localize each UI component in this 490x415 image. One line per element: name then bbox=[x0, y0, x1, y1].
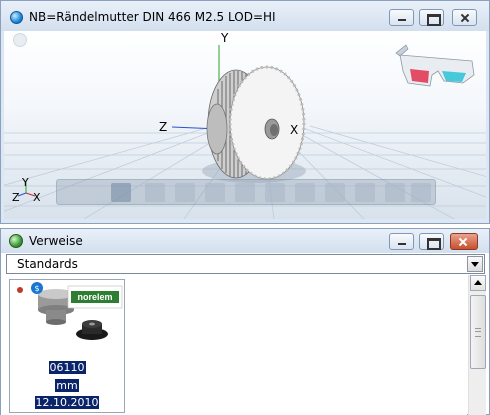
3d-viewport[interactable]: Y Z X Y Z X bbox=[4, 31, 486, 219]
maximize-button[interactable] bbox=[419, 233, 444, 250]
maximize-icon bbox=[420, 10, 443, 26]
item-date: 12.10.2010 bbox=[34, 396, 100, 409]
chevron-down-icon[interactable] bbox=[467, 256, 483, 272]
item-unit-line: mm bbox=[10, 379, 124, 392]
viewer-toolbar bbox=[56, 179, 436, 205]
triad-y-label: Y bbox=[22, 176, 29, 189]
vertical-scrollbar[interactable] bbox=[468, 275, 486, 415]
toolbar-item[interactable] bbox=[295, 183, 315, 202]
toolbar-item[interactable] bbox=[205, 183, 225, 202]
references-title: Verweise bbox=[29, 234, 83, 248]
close-icon bbox=[453, 10, 476, 25]
axis-z-label: Z bbox=[159, 120, 168, 134]
filter-select-value: Standards bbox=[17, 257, 78, 271]
references-list: $ norelem 06110 mm 12.10.2010 bbox=[1, 275, 467, 415]
scroll-up-icon[interactable] bbox=[470, 275, 486, 291]
toolbar-item[interactable] bbox=[355, 183, 375, 202]
toolbar-item[interactable] bbox=[325, 183, 345, 202]
item-date-line: 12.10.2010 bbox=[10, 396, 124, 409]
norelem-logo: norelem bbox=[77, 292, 113, 302]
minimize-button[interactable] bbox=[389, 9, 414, 26]
app-globe-icon bbox=[10, 11, 23, 24]
preview-titlebar[interactable]: NB=Rändelmutter DIN 466 M2.5 LOD=HI bbox=[1, 1, 489, 31]
axis-x-label: X bbox=[290, 123, 299, 137]
toolbar-item[interactable] bbox=[235, 183, 255, 202]
scrollbar-thumb[interactable] bbox=[470, 295, 486, 369]
filter-select[interactable]: Standards bbox=[6, 254, 485, 274]
reference-item[interactable]: $ norelem 06110 mm 12.10.2010 bbox=[9, 279, 125, 413]
axis-y-label: Y bbox=[221, 31, 229, 45]
preview-window: NB=Rändelmutter DIN 466 M2.5 LOD=HI Y Z … bbox=[0, 0, 490, 224]
part-thumbnail: $ bbox=[10, 280, 124, 346]
minimize-icon bbox=[390, 234, 413, 249]
references-window: Verweise Standards $ norelem 06110 mm 12… bbox=[0, 228, 490, 415]
preview-title: NB=Rändelmutter DIN 466 M2.5 LOD=HI bbox=[29, 10, 276, 24]
item-number-line: 06110 bbox=[10, 361, 124, 374]
references-titlebar[interactable]: Verweise bbox=[1, 229, 489, 253]
minimize-button[interactable] bbox=[389, 233, 414, 250]
close-button[interactable] bbox=[452, 9, 477, 26]
triad-z-label: Z bbox=[12, 191, 20, 204]
toolbar-item[interactable] bbox=[411, 183, 431, 202]
item-number: 06110 bbox=[48, 361, 86, 374]
toolbar-item[interactable] bbox=[145, 183, 165, 202]
maximize-icon bbox=[420, 234, 443, 250]
toolbar-item[interactable] bbox=[265, 183, 285, 202]
close-button[interactable] bbox=[450, 233, 478, 250]
nav-circle-icon[interactable] bbox=[13, 33, 27, 47]
item-unit: mm bbox=[55, 379, 79, 392]
minimize-icon bbox=[390, 10, 413, 25]
cube-view-icon[interactable] bbox=[111, 183, 131, 202]
maximize-button[interactable] bbox=[419, 9, 444, 26]
triad-x-label: X bbox=[33, 191, 41, 204]
svg-text:$: $ bbox=[35, 284, 40, 293]
toolbar-item[interactable] bbox=[385, 183, 405, 202]
close-icon bbox=[451, 234, 477, 249]
3d-glasses-icon bbox=[395, 44, 475, 87]
references-globe-icon bbox=[9, 234, 23, 248]
toolbar-item[interactable] bbox=[175, 183, 195, 202]
